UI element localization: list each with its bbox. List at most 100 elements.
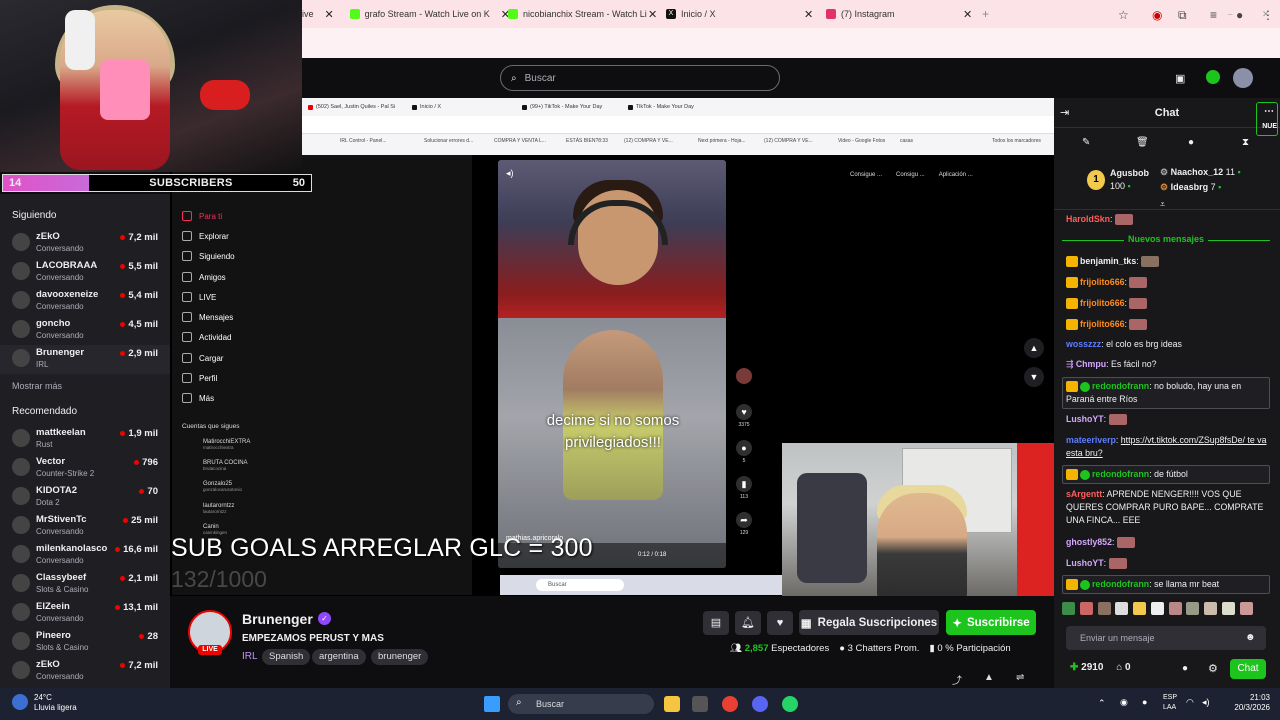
- windows-start-icon[interactable]: [484, 696, 500, 712]
- close-tab-icon[interactable]: ✕: [798, 4, 812, 24]
- sidebar-channel[interactable]: zEkO Conversando 7,2 mil: [0, 229, 170, 258]
- sidebar-channel[interactable]: LACOBRAAA Conversando 5,5 mil: [0, 258, 170, 287]
- close-tab-icon[interactable]: ✕: [642, 4, 666, 24]
- trash-icon[interactable]: 🗑︎: [1136, 137, 1149, 148]
- search-icon: ⌕: [516, 697, 522, 708]
- taskbar-clock[interactable]: 21:03 20/3/2026: [1218, 693, 1270, 713]
- tiktok-nav-item: Actividad: [182, 332, 231, 342]
- gift-subs-button[interactable]: ▦ Regala Suscripciones: [799, 610, 939, 635]
- report-icon[interactable]: ▲: [984, 672, 994, 683]
- tiktok-nav-item: Mensajes: [182, 312, 233, 322]
- share-action: ➦ 129: [736, 512, 752, 536]
- sidebar-channel[interactable]: davooxeneize Conversando 5,4 mil: [0, 287, 170, 316]
- file-explorer-icon[interactable]: [664, 696, 680, 712]
- kick-extension-icon[interactable]: [1206, 70, 1220, 84]
- channel-name[interactable]: Brunenger: [242, 611, 313, 627]
- sidebar-channel[interactable]: Vector Counter-Strike 2 796: [0, 454, 170, 483]
- inbox-icon[interactable]: ▣: [1175, 72, 1185, 85]
- sidebar-channel[interactable]: KIDOTA2 Dota 2 70: [0, 483, 170, 512]
- sidebar-channel[interactable]: goncho Conversando 4,5 mil: [0, 316, 170, 345]
- sub-badge-icon: [1066, 277, 1078, 289]
- notifications-button[interactable]: 🔔︎: [735, 611, 761, 635]
- more-options-icon[interactable]: ⇌: [1016, 672, 1024, 683]
- chevron-down-icon[interactable]: ▼: [1024, 367, 1044, 387]
- media-icon[interactable]: ≡: [1210, 8, 1217, 22]
- save-action: ▮ 113: [736, 476, 752, 500]
- gear-icon[interactable]: ⚙: [1208, 662, 1218, 675]
- show-more-link[interactable]: Mostrar más: [12, 381, 62, 391]
- browser-tab[interactable]: (7) Instagram: [826, 4, 976, 24]
- extension-icon[interactable]: ◉: [1152, 8, 1162, 22]
- bar-chart-icon: ▮: [929, 643, 935, 654]
- browser-tab[interactable]: ive ✕: [302, 4, 350, 24]
- sidebar-channel[interactable]: Classybeef Slots & Casino 2,1 mil: [0, 570, 170, 599]
- follow-heart-button[interactable]: ♥: [767, 611, 793, 635]
- profile-icon[interactable]: ●: [1236, 8, 1243, 22]
- sidebar-channel[interactable]: ElZeein Conversando 13,1 mil: [0, 599, 170, 628]
- sidebar-channel[interactable]: mattkeelan Rust 1,9 mil: [0, 425, 170, 454]
- channel-points[interactable]: ✚ 2910 ⌂ 0: [1070, 662, 1131, 673]
- chat-bubble-icon[interactable]: ●: [1182, 663, 1188, 674]
- expand-icon[interactable]: ⩡: [1160, 199, 1165, 210]
- send-chat-button[interactable]: Chat: [1230, 659, 1266, 679]
- tiktok-following-item: BRUTA COCINA brutacocina: [203, 460, 248, 471]
- browser-tab[interactable]: X Inicio / X: [666, 4, 816, 24]
- volume-icon[interactable]: ◂): [1202, 697, 1210, 708]
- pin-icon[interactable]: ✎: [1082, 137, 1090, 148]
- sidebar-channel[interactable]: MrStivenTc Conversando 25 mil: [0, 512, 170, 541]
- emote-icon: [1222, 602, 1236, 615]
- sidebar-channel[interactable]: zEkO Conversando 7,2 mil: [0, 657, 170, 686]
- sidebar-channel[interactable]: Pineero Slots & Casino 28: [0, 628, 170, 657]
- chrome-icon[interactable]: [722, 696, 738, 712]
- sub-badge-icon: [1066, 579, 1078, 591]
- tiktok-icon: [522, 104, 527, 110]
- live-dot-icon: [120, 663, 126, 668]
- chat-settings-button[interactable]: ⋯ NUE: [1256, 102, 1278, 136]
- chat-message-highlighted: redondofrann: no boludo, hay una en Para…: [1062, 377, 1270, 409]
- stream-category[interactable]: IRL: [242, 651, 258, 662]
- chat-bubble-icon: ●: [839, 643, 845, 654]
- browser-tab[interactable]: grafo Stream - Watch Live on K ✕: [350, 4, 510, 24]
- avatar[interactable]: [1233, 68, 1253, 88]
- chat-input[interactable]: Enviar un mensaje: [1066, 626, 1266, 650]
- star-icon[interactable]: ☆: [1118, 8, 1129, 22]
- microphone-icon[interactable]: ●: [1142, 697, 1147, 707]
- share-icon[interactable]: ⤴: [952, 672, 962, 687]
- puzzle-icon[interactable]: ⧉: [1178, 8, 1187, 23]
- address-bar[interactable]: [302, 28, 1280, 58]
- tag-argentina[interactable]: argentina: [312, 649, 366, 665]
- chat-bubble-icon[interactable]: ●: [1188, 137, 1194, 148]
- language-indicator[interactable]: ESP LAA: [1163, 693, 1177, 713]
- search-input[interactable]: ⌕ Buscar: [500, 65, 780, 91]
- emote-bar[interactable]: [1062, 602, 1270, 620]
- inner-bookmark: (12) COMPRA Y VE...: [624, 138, 673, 144]
- close-tab-icon[interactable]: ✕: [957, 4, 971, 24]
- chat-message: benjamin_tks:: [1066, 255, 1270, 268]
- sidebar-channel[interactable]: milenkanolasco Conversando 16,6 mil: [0, 541, 170, 570]
- network-icon[interactable]: ◉: [1120, 697, 1128, 708]
- sidebar-channel[interactable]: Brunenger IRL 2,9 mil: [0, 345, 170, 374]
- collapse-chat-icon[interactable]: ⇥: [1060, 106, 1069, 119]
- wifi-icon[interactable]: ◠: [1186, 697, 1194, 708]
- tag-brunenger[interactable]: brunenger: [371, 649, 429, 665]
- discord-icon[interactable]: [752, 696, 768, 712]
- mod-tools-button[interactable]: ▤: [703, 611, 729, 635]
- chevron-up-icon[interactable]: ▲: [1024, 338, 1044, 358]
- app-icon[interactable]: [692, 696, 708, 712]
- emoji-icon[interactable]: ☻: [1245, 632, 1256, 643]
- subscribe-button[interactable]: ✦ Suscribirse: [946, 610, 1036, 635]
- chevron-up-icon[interactable]: ⌃: [1098, 698, 1106, 709]
- taskbar-search[interactable]: Buscar: [508, 694, 654, 714]
- tag-spanish[interactable]: Spanish: [262, 649, 311, 665]
- browser-tab[interactable]: nicobianchix Stream - Watch Li: [508, 4, 658, 24]
- menu-icon[interactable]: ⋮: [1262, 8, 1274, 22]
- live-dot-icon: [123, 518, 129, 523]
- hourglass-icon[interactable]: ⧗: [1242, 137, 1249, 148]
- emote-icon: [1186, 602, 1200, 615]
- creator-avatar: [736, 368, 752, 386]
- tiktok-nav-item: LIVE: [182, 292, 216, 302]
- close-tab-icon[interactable]: ✕: [325, 8, 334, 21]
- new-tab-button[interactable]: +: [982, 4, 996, 24]
- weather-widget[interactable]: 24°C Lluvia ligera: [34, 693, 77, 713]
- whatsapp-icon[interactable]: [782, 696, 798, 712]
